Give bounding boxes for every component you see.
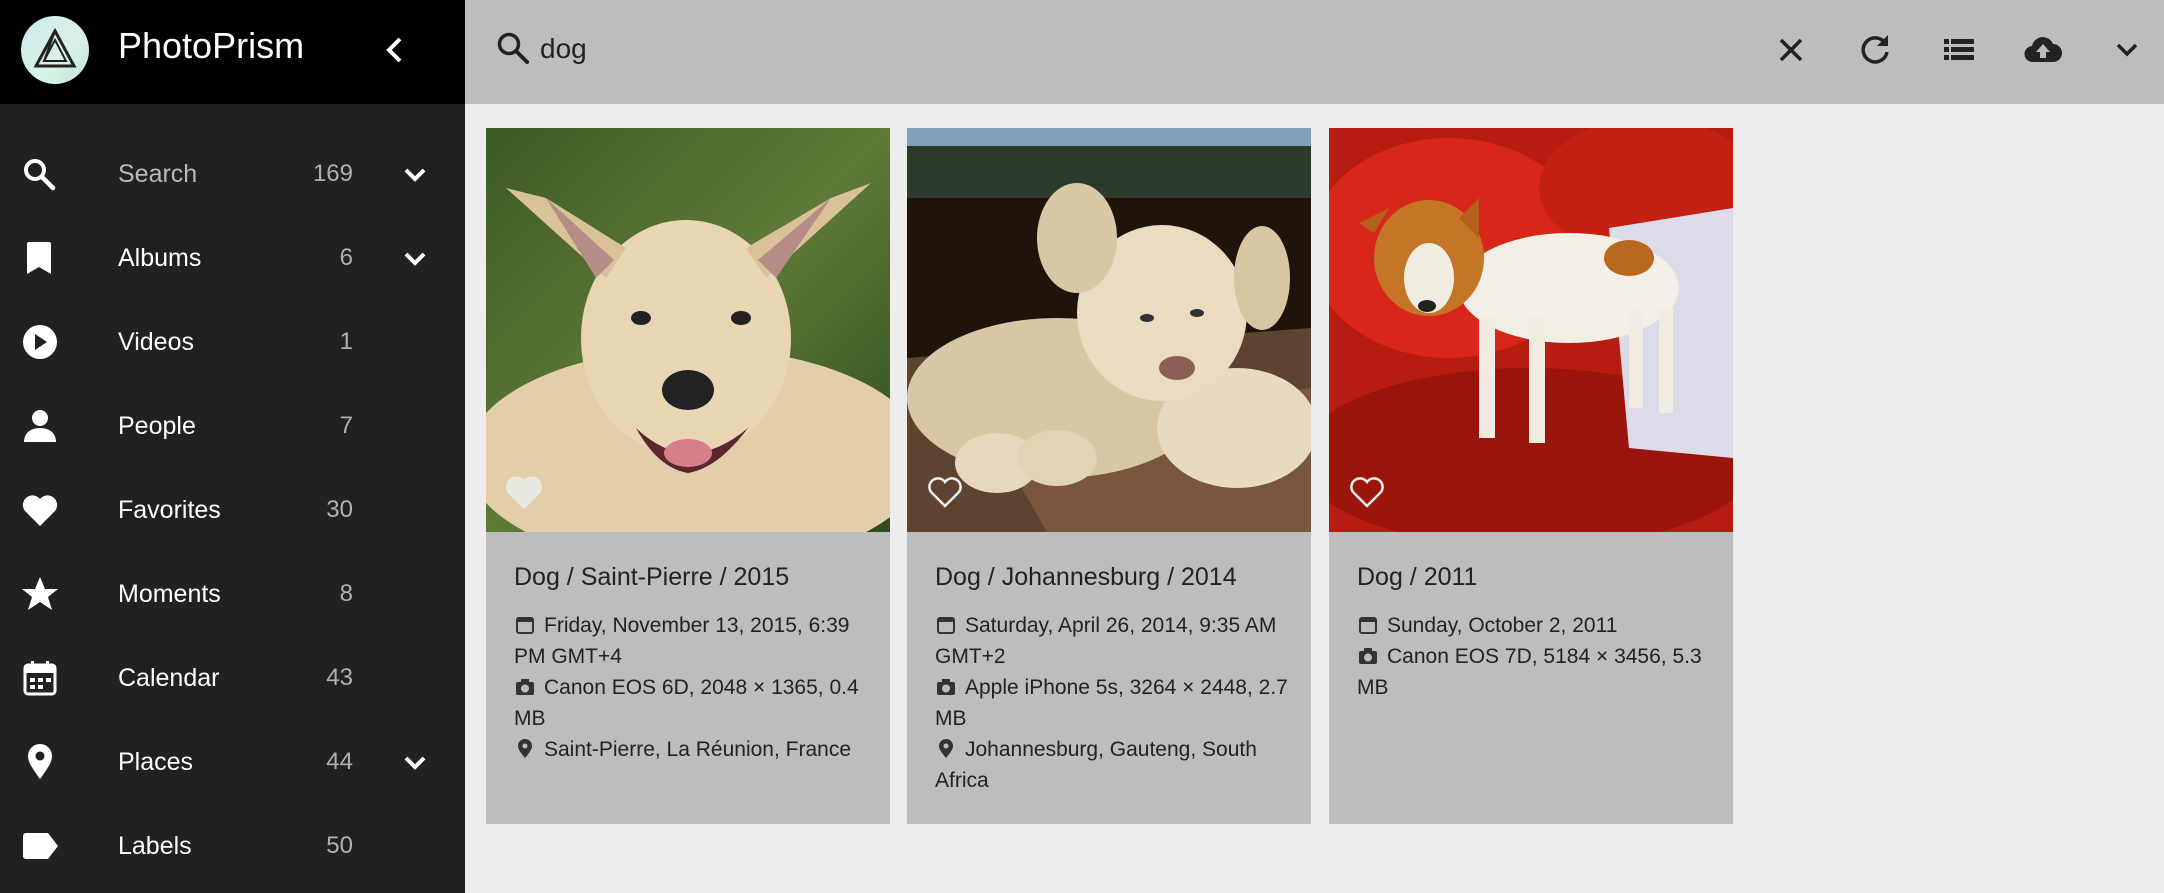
cloud-upload-icon[interactable] <box>2021 28 2065 72</box>
sidebar-item-count: 44 <box>326 748 353 775</box>
photo-location: Saint-Pierre, La Réunion, France <box>544 738 851 761</box>
search-icon <box>24 159 56 191</box>
sidebar-item-moments[interactable]: Moments 8 <box>0 552 465 636</box>
photo-metadata: Saturday, April 26, 2014, 9:35 AM GMT+2 … <box>935 610 1295 796</box>
photo-date: Friday, November 13, 2015, 6:39 PM GMT+4 <box>514 614 850 668</box>
sidebar-item-label: Moments <box>118 580 221 608</box>
brand-bar: PhotoPrism <box>0 0 465 104</box>
photo-camera: Apple iPhone 5s, 3264 × 2448, 2.7 MB <box>935 676 1288 730</box>
person-icon <box>24 410 56 442</box>
sidebar-item-count: 50 <box>326 832 353 859</box>
camera-icon <box>937 679 955 695</box>
star-icon <box>22 577 58 610</box>
photo-card[interactable]: Dog / Johannesburg / 2014 Saturday, Apri… <box>907 128 1311 824</box>
list-view-icon[interactable] <box>1937 28 1981 72</box>
sidebar-item-labels[interactable]: Labels 50 <box>0 804 465 888</box>
sidebar-item-videos[interactable]: Videos 1 <box>0 300 465 384</box>
calendar-icon <box>937 617 955 634</box>
app-logo[interactable] <box>21 16 89 84</box>
dog-photo-image <box>907 128 1311 532</box>
photo-card[interactable]: Dog / Saint-Pierre / 2015 Friday, Novemb… <box>486 128 890 824</box>
sidebar-item-count: 7 <box>339 412 353 439</box>
photo-camera-row: Canon EOS 7D, 5184 × 3456, 5.3 MB <box>1357 641 1717 703</box>
search-toolbar <box>465 0 2164 104</box>
calendar-icon <box>516 617 534 634</box>
sidebar-item-count: 43 <box>326 664 353 691</box>
photo-camera: Canon EOS 6D, 2048 × 1365, 0.4 MB <box>514 676 859 730</box>
chevron-down-icon[interactable] <box>2105 28 2149 72</box>
search-input[interactable] <box>540 28 1640 70</box>
photo-location-row: Saint-Pierre, La Réunion, France <box>514 734 874 765</box>
bookmark-icon <box>27 242 51 274</box>
sidebar-item-calendar[interactable]: Calendar 43 <box>0 636 465 720</box>
collapse-sidebar-button[interactable] <box>380 30 410 70</box>
dog-photo-image <box>486 128 890 532</box>
photo-date-row: Saturday, April 26, 2014, 9:35 AM GMT+2 <box>935 610 1295 672</box>
calendar-icon <box>23 661 57 696</box>
camera-icon <box>1359 648 1377 664</box>
sidebar-item-label: Places <box>118 748 194 776</box>
photo-date-row: Sunday, October 2, 2011 <box>1357 610 1717 641</box>
photo-camera-row: Apple iPhone 5s, 3264 × 2448, 2.7 MB <box>935 672 1295 734</box>
sidebar-item-label: Favorites <box>118 496 221 524</box>
heart-outline-icon[interactable] <box>1347 474 1387 510</box>
photo-date-row: Friday, November 13, 2015, 6:39 PM GMT+4 <box>514 610 874 672</box>
photo-camera: Canon EOS 7D, 5184 × 3456, 5.3 MB <box>1357 645 1702 699</box>
sidebar-item-label: Videos <box>118 328 194 356</box>
photo-thumbnail[interactable] <box>907 128 1311 532</box>
heart-icon[interactable] <box>504 474 544 510</box>
map-marker-icon <box>28 744 52 779</box>
refresh-icon[interactable] <box>1853 28 1897 72</box>
heart-outline-icon[interactable] <box>925 474 965 510</box>
app-title: PhotoPrism <box>118 25 305 66</box>
photo-thumbnail[interactable] <box>1329 128 1733 532</box>
sidebar-item-label: Calendar <box>118 664 220 692</box>
chevron-down-icon[interactable] <box>400 160 430 190</box>
chevron-left-icon <box>386 37 402 63</box>
photo-title: Dog / Saint-Pierre / 2015 <box>514 563 790 591</box>
camera-icon <box>516 679 534 695</box>
photo-metadata: Sunday, October 2, 2011 Canon EOS 7D, 51… <box>1357 610 1717 703</box>
sidebar-item-label: Albums <box>118 244 202 272</box>
triangle-logo-icon <box>33 28 77 68</box>
photo-metadata: Friday, November 13, 2015, 6:39 PM GMT+4… <box>514 610 874 765</box>
sidebar-item-albums[interactable]: Albums 6 <box>0 216 465 300</box>
sidebar-item-count: 30 <box>326 496 353 523</box>
photo-date: Saturday, April 26, 2014, 9:35 AM GMT+2 <box>935 614 1277 668</box>
sidebar-item-favorites[interactable]: Favorites 30 <box>0 468 465 552</box>
sidebar-item-count: 6 <box>339 244 353 271</box>
calendar-icon <box>1359 617 1377 634</box>
sidebar-item-people[interactable]: People 7 <box>0 384 465 468</box>
sidebar-item-label: Labels <box>118 832 192 860</box>
search-icon <box>497 32 529 64</box>
sidebar-item-search[interactable]: Search 169 <box>0 132 465 216</box>
close-icon[interactable] <box>1769 28 1813 72</box>
photo-location-row: Johannesburg, Gauteng, South Africa <box>935 734 1295 796</box>
sidebar-item-count: 1 <box>339 328 353 355</box>
photo-camera-row: Canon EOS 6D, 2048 × 1365, 0.4 MB <box>514 672 874 734</box>
photo-date: Sunday, October 2, 2011 <box>1387 614 1618 637</box>
map-marker-icon <box>518 739 532 758</box>
photo-location: Johannesburg, Gauteng, South Africa <box>935 738 1257 792</box>
sidebar-item-count: 8 <box>339 580 353 607</box>
label-icon <box>23 833 58 859</box>
heart-icon <box>22 495 58 526</box>
dog-photo-image <box>1329 128 1733 532</box>
chevron-down-icon[interactable] <box>400 748 430 778</box>
chevron-down-icon[interactable] <box>400 244 430 274</box>
sidebar-item-count: 169 <box>312 160 353 187</box>
sidebar-item-label: People <box>118 412 196 440</box>
photo-thumbnail[interactable] <box>486 128 890 532</box>
play-circle-icon <box>23 325 57 359</box>
photo-card[interactable]: Dog / 2011 Sunday, October 2, 2011 Canon… <box>1329 128 1733 824</box>
sidebar-item-places[interactable]: Places 44 <box>0 720 465 804</box>
sidebar: PhotoPrism Search 169 Albums 6 Videos 1 … <box>0 0 465 893</box>
photo-title: Dog / Johannesburg / 2014 <box>935 563 1237 591</box>
photo-title: Dog / 2011 <box>1357 563 1478 591</box>
map-marker-icon <box>939 739 953 758</box>
sidebar-item-label: Search <box>118 160 198 188</box>
